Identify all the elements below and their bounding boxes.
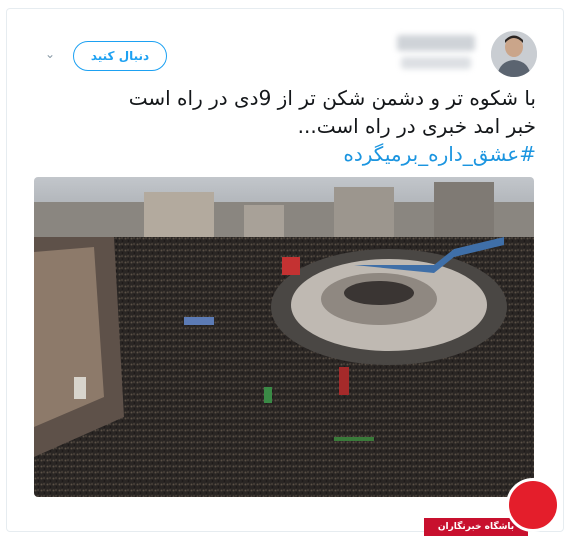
tweet-photo[interactable] (34, 177, 534, 497)
follow-button[interactable]: دنبال کنید (73, 41, 167, 71)
watermark-logo: باشگاه خبرنگاران (424, 478, 564, 538)
avatar-image (491, 31, 537, 77)
tweet-text-line-2: خبر امد خبری در راه است... (297, 114, 536, 138)
handle-blurred[interactable] (401, 57, 471, 69)
hashtag-link[interactable]: #عشق_داره_برمیگرده (36, 140, 536, 168)
crowd-photo (34, 177, 534, 497)
tweet-text-line-1: با شکوه تر و دشمن شکن تر از 9دی در راه ا… (128, 86, 536, 110)
avatar[interactable] (491, 31, 537, 77)
yjc-logo-icon (506, 478, 560, 532)
display-name-blurred[interactable] (397, 35, 475, 51)
chevron-down-icon[interactable]: ⌄ (43, 47, 57, 61)
tweet-text: با شکوه تر و دشمن شکن تر از 9دی در راه ا… (36, 84, 536, 168)
